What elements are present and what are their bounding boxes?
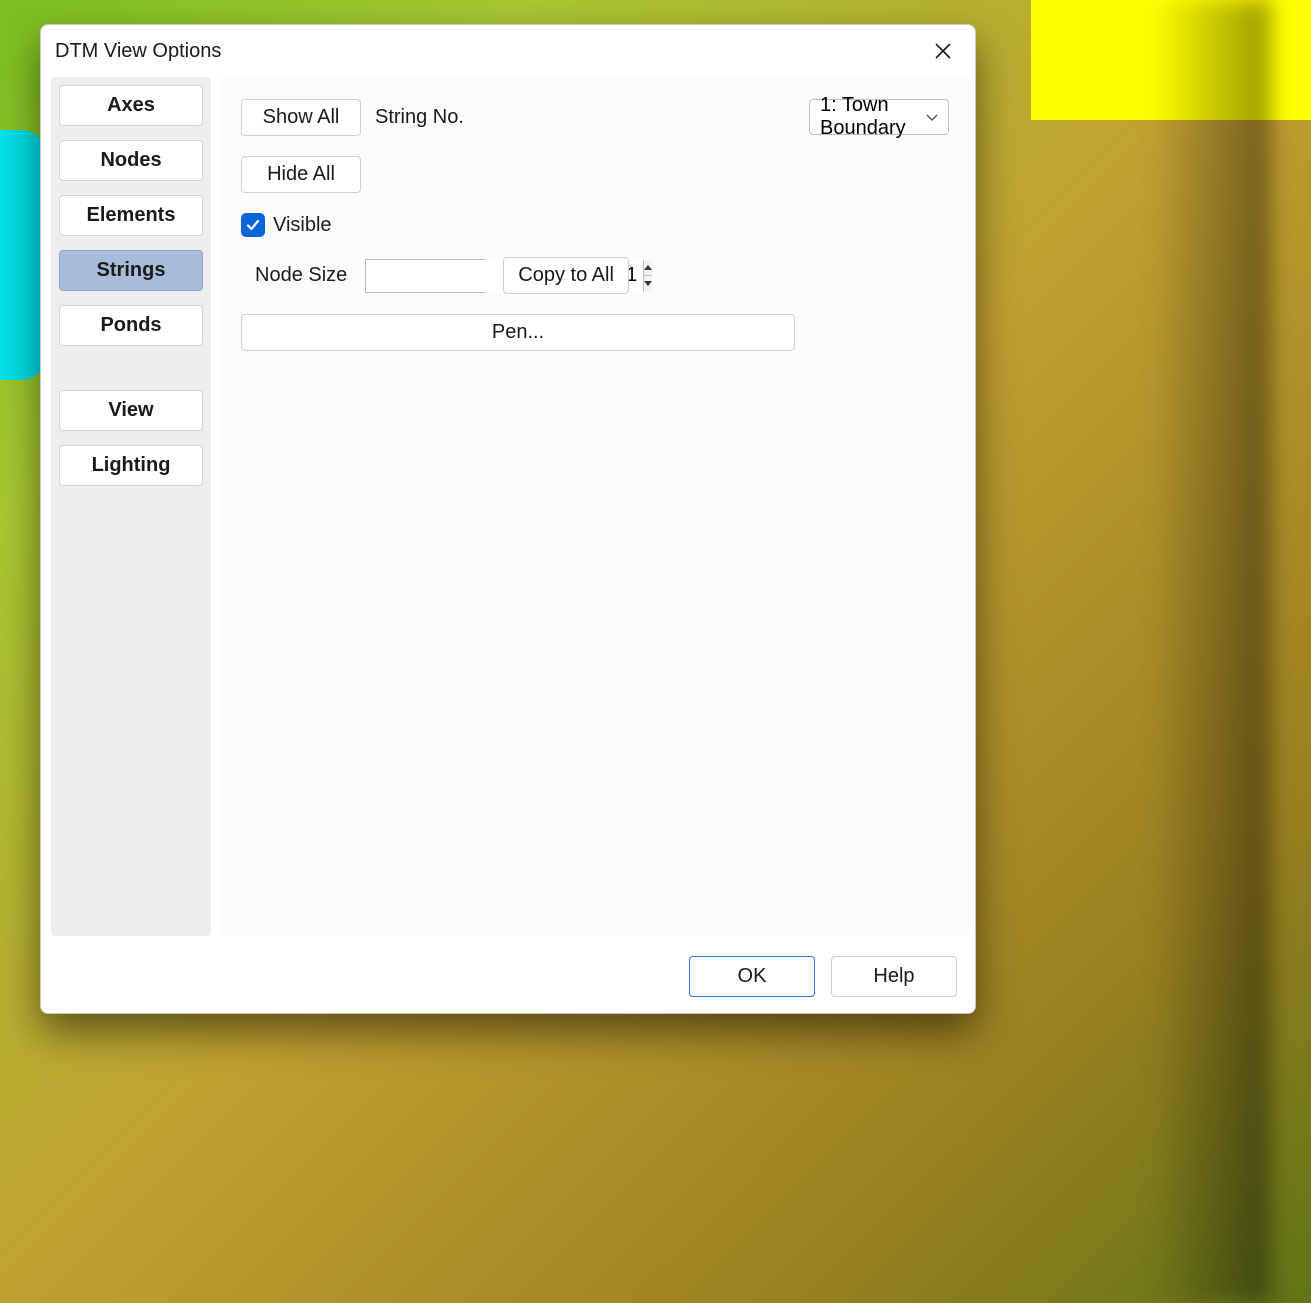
sidebar-spacer bbox=[59, 360, 203, 376]
string-no-value: 1: Town Boundary bbox=[820, 94, 926, 140]
string-no-label: String No. bbox=[375, 106, 795, 129]
bg-shadow bbox=[1151, 0, 1271, 1303]
chevron-down-icon bbox=[926, 109, 938, 125]
visible-label: Visible bbox=[273, 214, 332, 237]
sidebar-item-nodes[interactable]: Nodes bbox=[59, 140, 203, 181]
node-size-up-button[interactable] bbox=[644, 260, 652, 276]
sidebar: Axes Nodes Elements Strings Ponds View L… bbox=[51, 77, 211, 936]
sidebar-item-elements[interactable]: Elements bbox=[59, 195, 203, 236]
dialog-footer: OK Help bbox=[41, 942, 975, 1013]
ok-button[interactable]: OK bbox=[689, 956, 815, 997]
dialog-title: DTM View Options bbox=[55, 40, 221, 63]
sidebar-group-1: Axes Nodes Elements Strings Ponds bbox=[59, 85, 203, 346]
hide-all-button[interactable]: Hide All bbox=[241, 156, 361, 193]
copy-to-all-button[interactable]: Copy to All bbox=[503, 257, 629, 294]
node-size-spinner[interactable] bbox=[365, 259, 485, 293]
sidebar-item-strings[interactable]: Strings bbox=[59, 250, 203, 291]
show-all-button[interactable]: Show All bbox=[241, 99, 361, 136]
sidebar-item-axes[interactable]: Axes bbox=[59, 85, 203, 126]
sidebar-group-2: View Lighting bbox=[59, 390, 203, 486]
sidebar-item-lighting[interactable]: Lighting bbox=[59, 445, 203, 486]
triangle-up-icon bbox=[644, 265, 652, 270]
strings-panel: String No. 1: Town Boundary Show All Hid… bbox=[221, 77, 969, 936]
close-button[interactable] bbox=[927, 35, 959, 67]
pen-button[interactable]: Pen... bbox=[241, 314, 795, 351]
checkmark-icon bbox=[245, 217, 261, 233]
visible-checkbox[interactable] bbox=[241, 213, 265, 237]
node-size-label: Node Size bbox=[255, 264, 347, 287]
string-no-dropdown[interactable]: 1: Town Boundary bbox=[809, 99, 949, 135]
dtm-view-options-dialog: DTM View Options Axes Nodes Elements Str… bbox=[40, 24, 976, 1014]
sidebar-item-ponds[interactable]: Ponds bbox=[59, 305, 203, 346]
sidebar-item-view[interactable]: View bbox=[59, 390, 203, 431]
triangle-down-icon bbox=[644, 281, 652, 286]
close-icon bbox=[934, 42, 952, 60]
node-size-down-button[interactable] bbox=[644, 275, 652, 292]
help-button[interactable]: Help bbox=[831, 956, 957, 997]
titlebar: DTM View Options bbox=[41, 25, 975, 77]
